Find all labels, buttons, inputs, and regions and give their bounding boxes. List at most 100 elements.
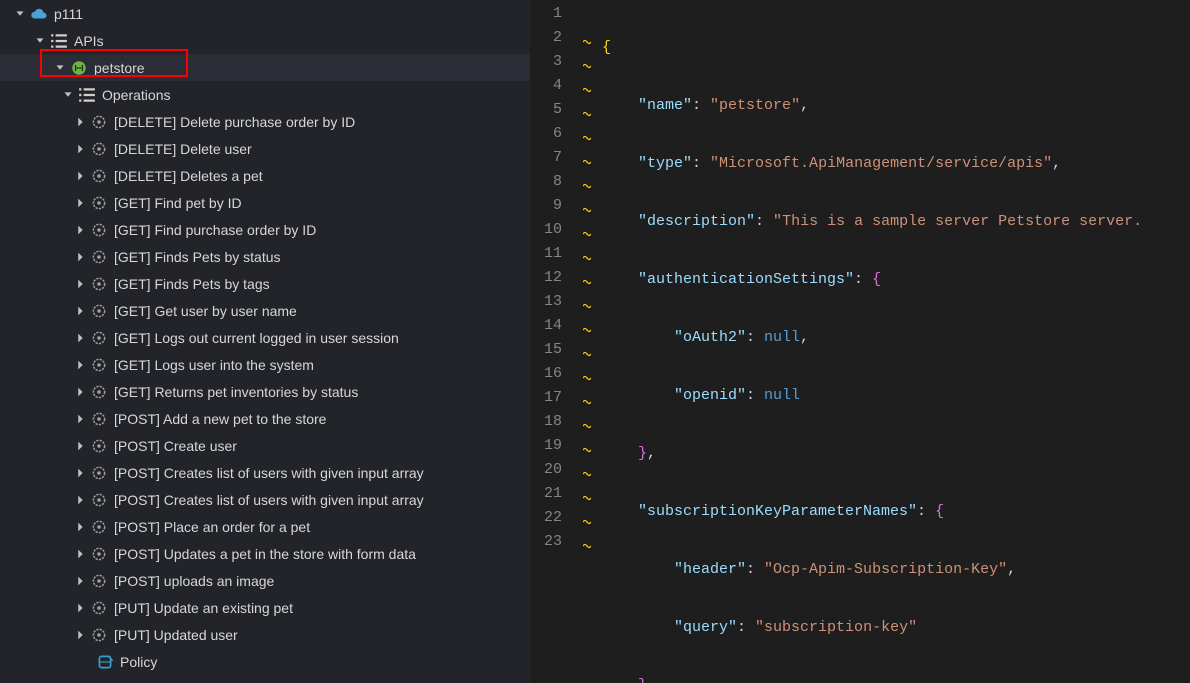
operation-icon	[90, 275, 108, 293]
operation-label: [DELETE] Delete user	[114, 141, 252, 157]
chevron-right-icon	[72, 114, 88, 130]
line-number: 15	[530, 338, 562, 362]
operation-icon	[90, 410, 108, 428]
warning-squiggle-icon	[580, 98, 594, 122]
chevron-right-icon	[72, 627, 88, 643]
json-header: Ocp-Apim-Subscription-Key	[773, 561, 998, 578]
tree-operation-item[interactable]: [GET] Finds Pets by tags	[0, 270, 530, 297]
tree-operation-item[interactable]: [PUT] Update an existing pet	[0, 594, 530, 621]
tree-operation-item[interactable]: [POST] Creates list of users with given …	[0, 459, 530, 486]
tree-policy[interactable]: Policy	[0, 648, 530, 675]
tree-operations[interactable]: Operations	[0, 81, 530, 108]
warning-squiggle-icon	[580, 146, 594, 170]
operation-icon	[90, 248, 108, 266]
tree-operation-item[interactable]: [GET] Logs user into the system	[0, 351, 530, 378]
explorer-sidebar[interactable]: p111 APIs petstore Operations [DELETE] D…	[0, 0, 530, 683]
operation-icon	[90, 491, 108, 509]
chevron-down-icon	[60, 87, 76, 103]
warning-squiggle-icon	[580, 218, 594, 242]
tree-apis[interactable]: APIs	[0, 27, 530, 54]
chevron-right-icon	[72, 249, 88, 265]
line-number: 11	[530, 242, 562, 266]
operation-label: [POST] Creates list of users with given …	[114, 465, 424, 481]
warning-squiggle-icon	[580, 74, 594, 98]
tree-operation-item[interactable]: [PUT] Updated user	[0, 621, 530, 648]
policy-label: Policy	[120, 654, 157, 670]
tree-operation-item[interactable]: [DELETE] Delete purchase order by ID	[0, 108, 530, 135]
operation-icon	[90, 545, 108, 563]
warning-squiggle-icon	[580, 242, 594, 266]
tree-operation-item[interactable]: [POST] Updates a pet in the store with f…	[0, 540, 530, 567]
line-number: 8	[530, 170, 562, 194]
warning-squiggle-icon	[580, 194, 594, 218]
operation-label: [GET] Get user by user name	[114, 303, 297, 319]
operation-icon	[90, 302, 108, 320]
chevron-right-icon	[72, 600, 88, 616]
chevron-right-icon	[72, 465, 88, 481]
chevron-right-icon	[72, 384, 88, 400]
json-type: Microsoft.ApiManagement/service/apis	[719, 155, 1043, 172]
tree-service-root[interactable]: p111	[0, 0, 530, 27]
operation-icon	[90, 464, 108, 482]
json-editor[interactable]: 1234567891011121314151617181920212223 { …	[530, 0, 1190, 683]
warning-squiggle-icon	[580, 266, 594, 290]
tree-operation-item[interactable]: [GET] Find purchase order by ID	[0, 216, 530, 243]
chevron-right-icon	[72, 195, 88, 211]
line-number: 19	[530, 434, 562, 458]
operations-list: [DELETE] Delete purchase order by ID [DEL…	[0, 108, 530, 648]
chevron-down-icon	[32, 33, 48, 49]
chevron-right-icon	[72, 492, 88, 508]
operation-label: [GET] Logs user into the system	[114, 357, 314, 373]
code-content[interactable]: { "name": "petstore", "type": "Microsoft…	[594, 0, 1190, 683]
operation-icon	[90, 356, 108, 374]
warning-squiggle-icon	[580, 506, 594, 530]
tree-operation-item[interactable]: [POST] Place an order for a pet	[0, 513, 530, 540]
warning-squiggle-icon	[580, 410, 594, 434]
line-number: 22	[530, 506, 562, 530]
tree-operation-item[interactable]: [POST] Create user	[0, 432, 530, 459]
operation-icon	[90, 518, 108, 536]
tree-operation-item[interactable]: [GET] Returns pet inventories by status	[0, 378, 530, 405]
tree-operation-item[interactable]: [POST] Creates list of users with given …	[0, 486, 530, 513]
operation-label: [GET] Logs out current logged in user se…	[114, 330, 399, 346]
operation-icon	[90, 329, 108, 347]
tree-api-petstore[interactable]: petstore	[0, 54, 530, 81]
warning-squiggle-icon	[580, 530, 594, 554]
tree-operation-item[interactable]: [GET] Find pet by ID	[0, 189, 530, 216]
warning-squiggle-icon	[580, 122, 594, 146]
tree-operation-item[interactable]: [GET] Logs out current logged in user se…	[0, 324, 530, 351]
line-number-gutter: 1234567891011121314151617181920212223	[530, 0, 580, 683]
chevron-right-icon	[72, 222, 88, 238]
tree-operation-item[interactable]: [POST] uploads an image	[0, 567, 530, 594]
warning-squiggle-icon	[580, 386, 594, 410]
tree-operation-item[interactable]: [POST] Add a new pet to the store	[0, 405, 530, 432]
tree-operation-item[interactable]: [GET] Finds Pets by status	[0, 243, 530, 270]
line-number: 23	[530, 530, 562, 554]
operation-icon	[90, 599, 108, 617]
operation-icon	[90, 437, 108, 455]
operation-label: [GET] Finds Pets by tags	[114, 276, 270, 292]
operation-label: [PUT] Updated user	[114, 627, 238, 643]
operation-label: [GET] Find purchase order by ID	[114, 222, 316, 238]
operation-label: [POST] Place an order for a pet	[114, 519, 310, 535]
line-number: 13	[530, 290, 562, 314]
json-query: subscription-key	[764, 619, 908, 636]
tree-operation-item[interactable]: [DELETE] Delete user	[0, 135, 530, 162]
chevron-down-icon	[12, 6, 28, 22]
line-number: 14	[530, 314, 562, 338]
json-name: petstore	[719, 97, 791, 114]
warning-squiggle-icon	[580, 26, 594, 50]
service-root-label: p111	[54, 6, 83, 22]
operation-icon	[90, 626, 108, 644]
chevron-right-icon	[72, 168, 88, 184]
operation-icon	[90, 167, 108, 185]
glyph-margin	[580, 0, 594, 683]
swagger-icon	[70, 59, 88, 77]
tree-operation-item[interactable]: [GET] Get user by user name	[0, 297, 530, 324]
tree-operation-item[interactable]: [DELETE] Deletes a pet	[0, 162, 530, 189]
warning-squiggle-icon	[580, 338, 594, 362]
operation-label: [GET] Finds Pets by status	[114, 249, 281, 265]
line-number: 10	[530, 218, 562, 242]
chevron-right-icon	[72, 546, 88, 562]
list-icon	[78, 86, 96, 104]
